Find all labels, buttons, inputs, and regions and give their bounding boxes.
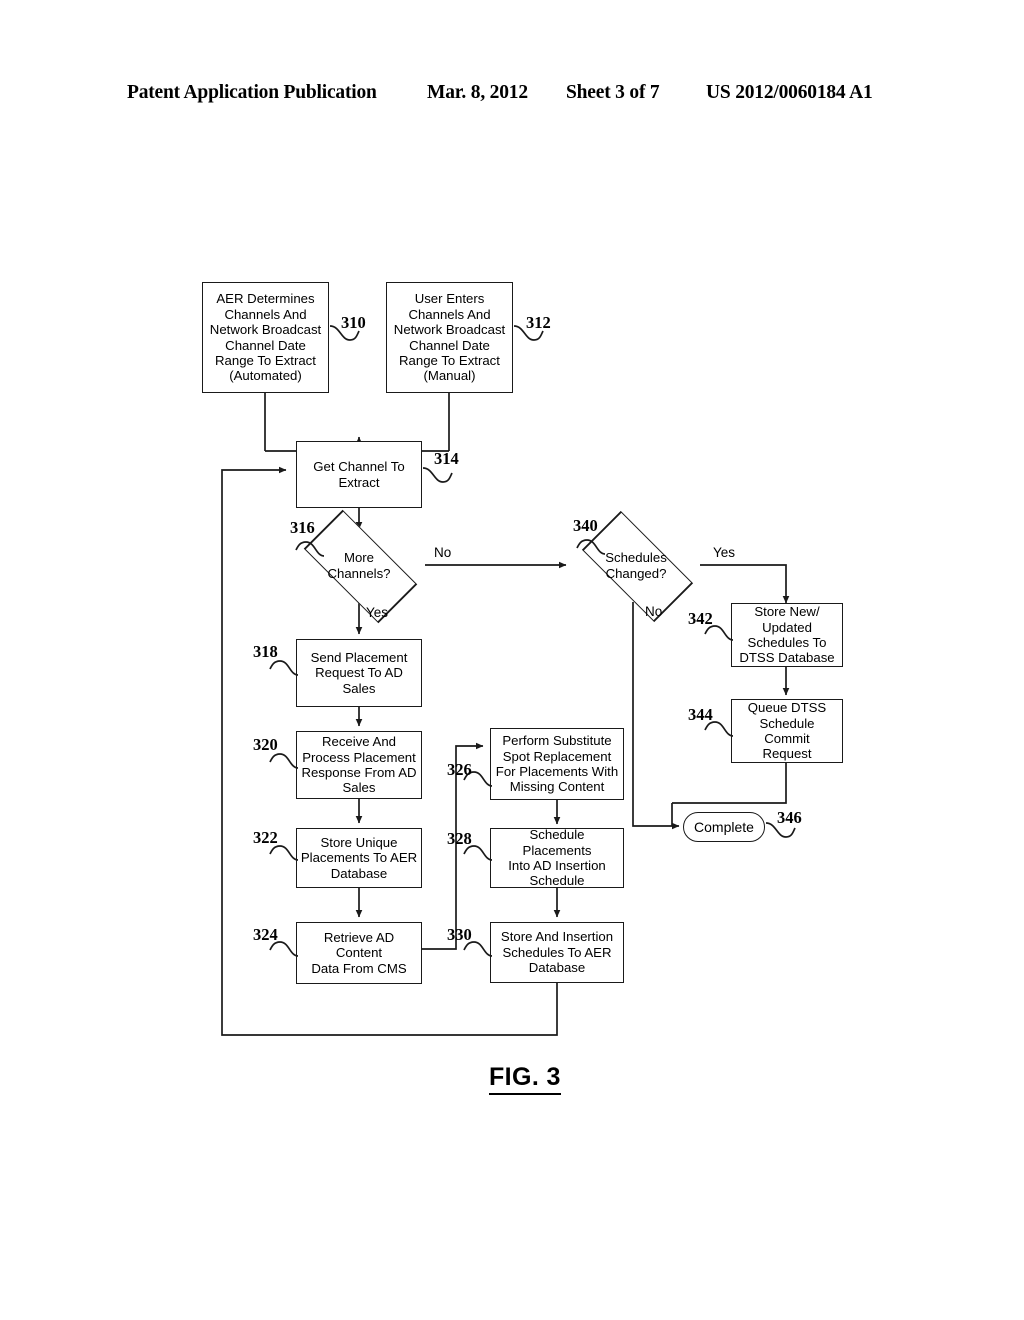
reference-numeral-312: 312 [526, 313, 551, 332]
process-node-342-label: Store New/ Updated Schedules To DTSS Dat… [739, 604, 835, 666]
reference-numeral-328: 328 [447, 829, 472, 848]
reference-numeral-344: 344 [688, 705, 713, 724]
figure-caption: FIG. 3 [489, 1063, 561, 1095]
process-node-344: Queue DTSS Schedule Commit Request [731, 699, 843, 763]
process-node-318: Send Placement Request To AD Sales [296, 639, 422, 707]
flowchart-connectors [221, 393, 790, 1036]
process-node-310-label: AER Determines Channels And Network Broa… [209, 291, 322, 384]
terminal-node-complete: Complete [683, 812, 765, 842]
reference-numeral-318: 318 [253, 642, 278, 661]
process-node-326-label: Perform Substitute Spot Replacement For … [495, 733, 619, 795]
reference-numeral-310: 310 [341, 313, 366, 332]
process-node-320: Receive And Process Placement Response F… [296, 731, 422, 799]
edge-label-more-channels-yes: Yes [366, 605, 389, 620]
process-node-328-label: Schedule Placements Into AD Insertion Sc… [508, 827, 606, 889]
process-node-322: Store Unique Placements To AER Database [296, 828, 422, 888]
process-node-330: Store And Insertion Schedules To AER Dat… [490, 922, 624, 983]
reference-numeral-346: 346 [777, 808, 802, 827]
process-node-312: User Enters Channels And Network Broadca… [386, 282, 513, 393]
process-node-324-label: Retrieve AD Content Data From CMS [311, 929, 407, 976]
reference-numeral-324: 324 [253, 925, 278, 944]
process-node-344-label: Queue DTSS Schedule Commit Request [747, 700, 827, 762]
process-node-328: Schedule Placements Into AD Insertion Sc… [490, 827, 624, 889]
terminal-node-complete-label: Complete [694, 819, 754, 835]
process-node-314: Get Channel To Extract [296, 441, 422, 508]
reference-numeral-322: 322 [253, 828, 278, 847]
flowchart-figure: AER Determines Channels And Network Broa… [0, 0, 1024, 1320]
edge-label-schedules-changed-yes: Yes [713, 545, 736, 560]
reference-numeral-342: 342 [688, 609, 713, 628]
process-node-310: AER Determines Channels And Network Broa… [202, 282, 329, 393]
process-node-314-label: Get Channel To Extract [313, 459, 405, 490]
reference-numeral-316: 316 [290, 518, 315, 537]
edge-label-more-channels-no: No [434, 545, 452, 560]
edge-label-schedules-changed-no: No [645, 604, 663, 619]
reference-numeral-340: 340 [573, 516, 598, 535]
reference-numeral-320: 320 [253, 735, 278, 754]
reference-numeral-330: 330 [447, 925, 472, 944]
process-node-318-label: Send Placement Request To AD Sales [310, 649, 408, 696]
process-node-320-label: Receive And Process Placement Response F… [301, 734, 417, 796]
reference-numeral-314: 314 [434, 449, 459, 468]
process-node-342: Store New/ Updated Schedules To DTSS Dat… [731, 603, 843, 667]
process-node-326: Perform Substitute Spot Replacement For … [490, 728, 624, 800]
process-node-312-label: User Enters Channels And Network Broadca… [393, 291, 506, 384]
process-node-322-label: Store Unique Placements To AER Database [300, 834, 418, 881]
reference-numeral-326: 326 [447, 760, 472, 779]
process-node-324: Retrieve AD Content Data From CMS [296, 922, 422, 984]
process-node-330-label: Store And Insertion Schedules To AER Dat… [500, 929, 614, 976]
